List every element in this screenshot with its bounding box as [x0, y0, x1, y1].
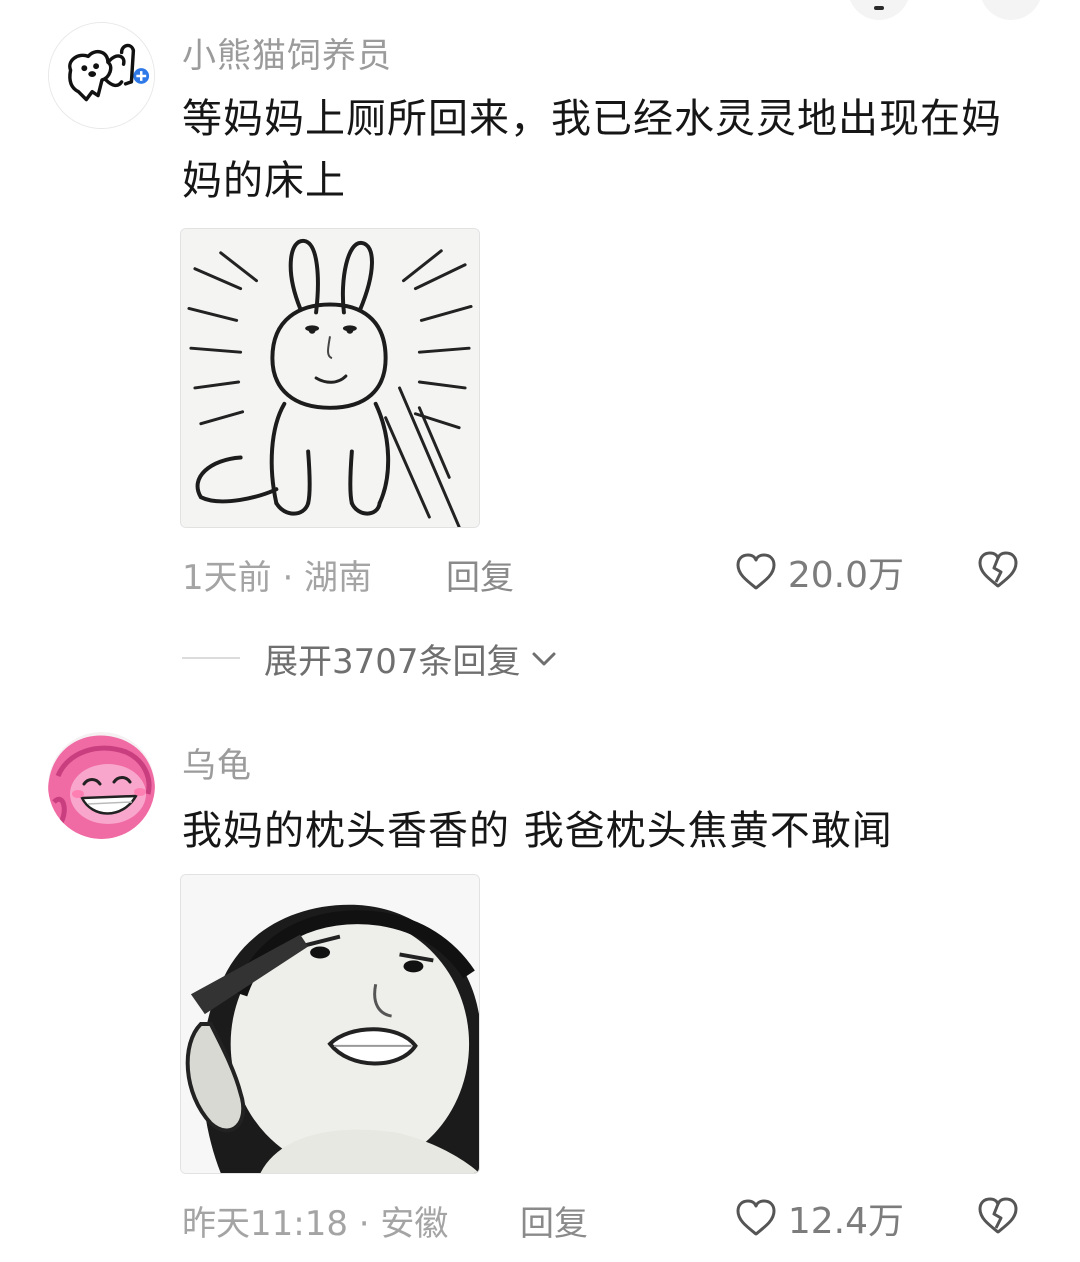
reply-button[interactable]: 回复 [520, 1196, 588, 1245]
comment-time-location: 昨天11:18 · 安徽 [182, 1204, 449, 1244]
reply-button[interactable]: 回复 [446, 550, 514, 599]
username[interactable]: 小熊猫饲养员 [182, 28, 392, 77]
pink-pony-avatar-icon [48, 732, 155, 839]
expand-replies-row: 展开3707条回复 [0, 632, 1080, 682]
username[interactable]: 乌龟 [182, 738, 252, 787]
like-count: 12.4万 [787, 1201, 904, 1242]
comment-meta-row: 昨天11:18 · 安徽 回复 12.4万 [0, 1192, 1080, 1245]
pink-pony-avatar[interactable] [48, 732, 155, 839]
comment-time-location: 1天前 · 湖南 [182, 558, 373, 598]
cartoon-dog-avatar-icon [49, 23, 154, 128]
chevron-down-icon [532, 652, 556, 665]
top-action-icon [874, 6, 884, 10]
top-action-button-secondary[interactable] [980, 0, 1042, 20]
expand-replies-label: 展开3707条回复 [264, 642, 521, 682]
comment-text: 我妈的枕头香香的 我爸枕头焦黄不敢闻 [182, 808, 893, 854]
meme-face-salute-sticker-image [181, 875, 479, 1173]
broken-heart-icon[interactable] [974, 1192, 1022, 1240]
like-button[interactable]: 20.0万 [732, 546, 904, 598]
comment-text: 等妈妈上厕所回来，我已经水灵灵地出现在妈妈的床上 [182, 96, 1002, 204]
broken-heart-icon[interactable] [974, 546, 1022, 594]
like-count: 20.0万 [787, 555, 904, 596]
comment-meta-row: 1天前 · 湖南 回复 20.0万 [0, 546, 1080, 599]
heart-icon [736, 1199, 776, 1236]
top-actions [780, 0, 1080, 30]
like-button[interactable]: 12.4万 [732, 1192, 904, 1244]
comment-list: 小熊猫饲养员 等妈妈上厕所回来，我已经水灵灵地出现在妈妈的床上 1天前 · 湖南… [0, 0, 1080, 1262]
divider-line [182, 657, 240, 659]
expand-replies-button[interactable]: 展开3707条回复 [264, 634, 561, 683]
sketch-bunny-sticker[interactable] [180, 228, 480, 528]
heart-icon [736, 553, 776, 590]
sketch-bunny-sticker-image [181, 229, 479, 527]
top-action-button[interactable] [848, 0, 910, 20]
cartoon-dog-avatar[interactable] [48, 22, 155, 129]
meme-face-salute-sticker[interactable] [180, 874, 480, 1174]
